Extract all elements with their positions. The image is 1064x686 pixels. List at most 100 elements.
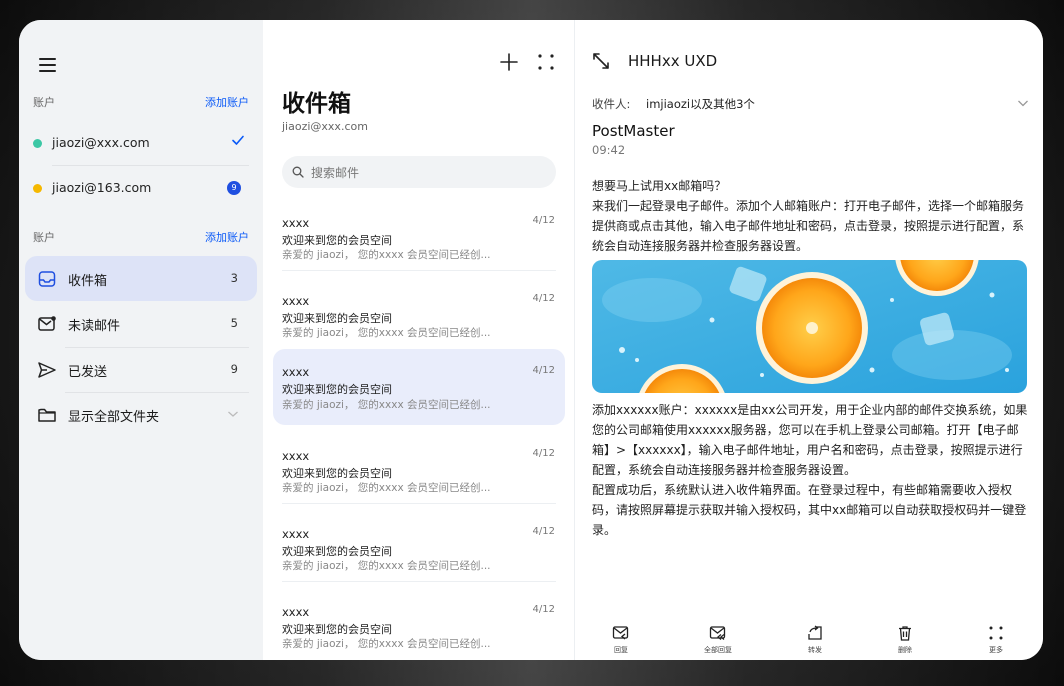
send-icon [38,362,56,378]
folder-name: 已发送 [68,365,108,380]
account-address: jiaozi@xxx.com [52,135,150,150]
mail-preview: 亲爱的 jiaozi， 您的xxxx 会员空间已经创... [282,249,491,261]
account-item-163[interactable]: jiaozi@163.com 9 [33,166,249,210]
compose-plus-icon[interactable] [499,52,519,72]
add-account-link[interactable]: 添加账户 [205,94,249,110]
mail-body-paragraph-1: 想要马上试用xx邮箱吗？ 来我们一起登录电子邮件。添加个人邮箱账户：打开电子邮件… [592,179,1025,253]
folder-count: 5 [230,316,238,330]
recipients-value: imjiaozi以及其他3个 [646,97,755,111]
sender-name: PostMaster [592,122,675,140]
add-account-link-2[interactable]: 添加账户 [205,229,249,245]
mail-preview: 亲爱的 jiaozi， 您的xxxx 会员空间已经创... [282,482,491,494]
current-account-email: jiaozi@xxx.com [282,120,368,133]
accounts-header: 账户 添加账户 [33,94,249,110]
mail-preview: 亲爱的 jiaozi， 您的xxxx 会员空间已经创... [282,327,491,339]
folder-name: 显示全部文件夹 [68,410,160,425]
accounts-label: 账户 [33,96,55,109]
mail-sender: xxxx [282,605,310,619]
tablet-screen: 账户 添加账户 jiaozi@xxx.com jiaozi@163.com 9 … [19,20,1043,660]
folder-count: 3 [230,271,238,285]
mail-preview: 亲爱的 jiaozi， 您的xxxx 会员空间已经创... [282,399,491,411]
orange-slices-image[interactable] [592,260,1027,393]
mail-sender: xxxx [282,294,310,308]
mail-sender: xxxx [282,449,310,463]
folder-count: 9 [230,362,238,376]
mail-date: 4/12 [532,365,555,376]
recipients-label: 收件人: [592,97,631,111]
more-button[interactable]: 更多 [966,620,1026,660]
reply-icon [612,626,629,640]
mail-preview: 亲爱的 jiaozi， 您的xxxx 会员空间已经创... [282,638,491,650]
chevron-down-icon [228,411,238,417]
folder-name: 未读邮件 [68,319,121,334]
folder-sent[interactable]: 已发送 9 [25,347,257,392]
mail-sender: xxxx [282,527,310,541]
page-title: 收件箱 [282,91,351,117]
account-color-dot [33,184,42,193]
divider [282,270,556,271]
mail-list-item[interactable]: xxxx 4/12 欢迎来到您的会员空间 亲爱的 jiaozi， 您的xxxx … [273,592,565,660]
sidebar: 账户 添加账户 jiaozi@xxx.com jiaozi@163.com 9 … [19,20,263,660]
more-icon [989,626,1003,640]
mail-list-item[interactable]: xxxx 4/12 欢迎来到您的会员空间 亲爱的 jiaozi， 您的xxxx … [273,514,565,590]
mail-title: HHHxx UXD [628,52,718,70]
expand-icon[interactable] [592,52,610,70]
mail-list-item[interactable]: xxxx 4/12 欢迎来到您的会员空间 亲爱的 jiaozi， 您的xxxx … [273,436,565,512]
mail-subject: 欢迎来到您的会员空间 [282,623,392,636]
reply-all-icon [709,626,726,640]
unread-mail-icon [38,316,56,331]
delete-label: 删除 [898,646,912,654]
reply-all-button[interactable]: 全部回复 [688,620,748,660]
mail-list-item[interactable]: xxxx 4/12 欢迎来到您的会员空间 亲爱的 jiaozi， 您的xxxx … [273,281,565,357]
mail-date: 4/12 [532,448,555,459]
mail-action-toolbar: 回复 全部回复 转发 删除 更多 [575,620,1043,660]
mail-date: 4/12 [532,604,555,615]
mail-preview: 亲爱的 jiaozi， 您的xxxx 会员空间已经创... [282,560,491,572]
folder-name: 收件箱 [68,274,108,289]
search-placeholder: 搜索邮件 [311,166,360,180]
mail-date: 4/12 [532,215,555,226]
reply-label: 回复 [614,646,628,654]
account-color-dot [33,139,42,148]
trash-icon [899,626,911,641]
chevron-down-icon[interactable] [1017,99,1029,108]
folder-unread[interactable]: 未读邮件 5 [25,301,257,346]
mail-sender: xxxx [282,216,310,230]
unread-badge: 9 [227,181,241,195]
folder-inbox[interactable]: 收件箱 3 [25,256,257,301]
mail-sender: xxxx [282,365,310,379]
mail-list-item[interactable]: xxxx 4/12 欢迎来到您的会员空间 亲爱的 jiaozi， 您的xxxx … [273,203,565,279]
mail-detail-pane: HHHxx UXD 收件人: imjiaozi以及其他3个 PostMaster… [575,20,1043,660]
more-grid-icon[interactable] [536,52,556,72]
more-label: 更多 [989,646,1003,654]
mail-subject: 欢迎来到您的会员空间 [282,467,392,480]
divider [282,503,556,504]
account-item-xxx[interactable]: jiaozi@xxx.com [33,121,249,165]
mail-subject: 欢迎来到您的会员空间 [282,545,392,558]
account-address: jiaozi@163.com [52,180,152,195]
reply-button[interactable]: 回复 [591,620,651,660]
search-icon [292,166,304,178]
mail-body-paragraph-2: 添加xxxxxx账户：xxxxxx是由xx公司开发，用于企业内部的邮件交换系统，… [592,403,1028,537]
folders-label: 账户 [33,231,55,244]
mail-subject: 欢迎来到您的会员空间 [282,312,392,325]
reply-all-label: 全部回复 [704,646,732,654]
mail-subject: 欢迎来到您的会员空间 [282,234,392,247]
mail-date: 4/12 [532,293,555,304]
forward-label: 转发 [808,646,822,654]
search-input[interactable]: 搜索邮件 [282,156,556,188]
hamburger-menu-icon[interactable] [39,58,57,72]
message-list-pane: 收件箱 jiaozi@xxx.com 搜索邮件 xxxx 4/12 欢迎来到您的… [263,20,575,660]
mail-time: 09:42 [592,143,626,157]
forward-icon [808,625,822,640]
divider [282,581,556,582]
folders-header: 账户 添加账户 [33,229,249,245]
delete-button[interactable]: 删除 [875,620,935,660]
checkmark-icon [232,135,244,145]
mail-date: 4/12 [532,526,555,537]
inbox-icon [38,271,56,287]
folder-show-all[interactable]: 显示全部文件夹 [25,392,257,437]
forward-button[interactable]: 转发 [785,620,845,660]
folder-icon [38,408,56,422]
mail-list-item-selected[interactable]: xxxx 4/12 欢迎来到您的会员空间 亲爱的 jiaozi， 您的xxxx … [273,349,565,425]
